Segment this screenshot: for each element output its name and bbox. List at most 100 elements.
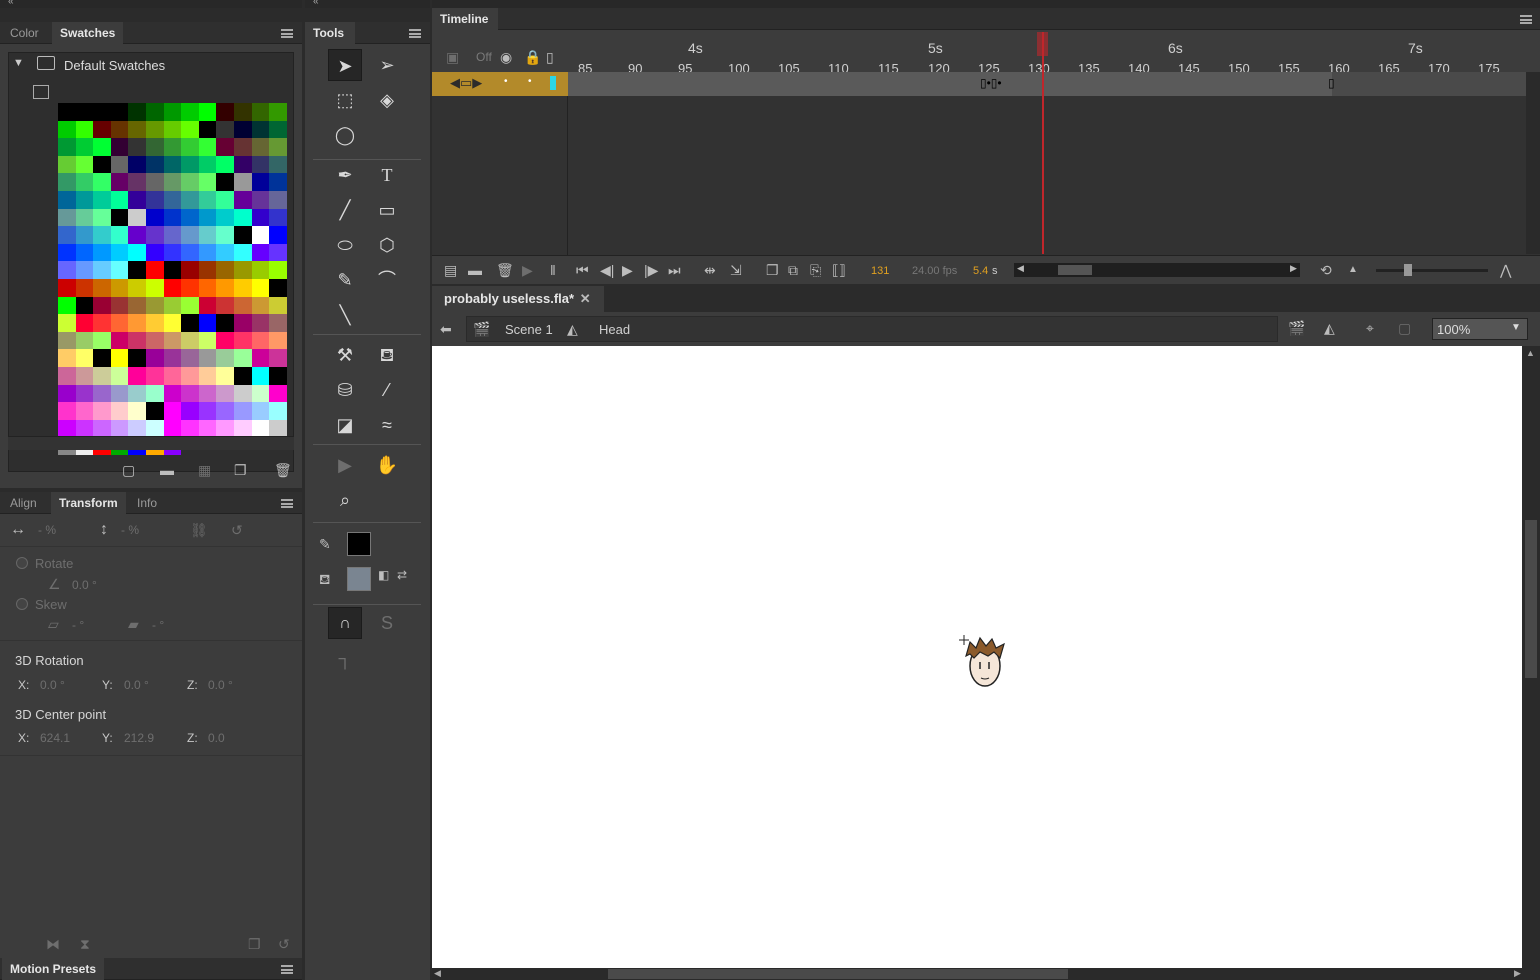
color-swatch[interactable] [145,349,164,367]
paint-bucket-tool-icon[interactable]: ⛾ [370,339,404,371]
color-swatch[interactable] [75,384,94,403]
color-swatch[interactable] [216,120,234,139]
color-swatch[interactable] [198,384,217,403]
color-swatch[interactable] [145,402,164,420]
color-swatch[interactable] [128,419,146,438]
panel-menu-icon[interactable] [281,499,293,508]
scroll-thumb[interactable] [1525,520,1537,678]
color-swatch[interactable] [181,120,199,139]
color-swatch[interactable] [75,103,94,121]
back-arrow-icon[interactable]: ⬅ [440,321,452,337]
color-swatch[interactable] [110,314,129,332]
current-frame[interactable]: 131 [871,265,889,277]
color-swatch[interactable] [145,120,164,139]
color-swatch[interactable] [269,190,287,209]
collapse-arrows-icon[interactable]: « [313,0,319,7]
swap-colors-icon[interactable]: ⇄ [397,567,407,583]
color-swatch[interactable] [110,103,129,121]
color-swatch[interactable] [181,349,199,367]
color-swatch[interactable] [163,120,182,139]
polystar-tool-icon[interactable]: ⬡ [370,229,404,261]
color-swatch[interactable] [163,314,182,332]
color-swatch[interactable] [251,366,270,385]
loop-icon[interactable]: ⇹ [704,262,716,278]
color-swatch[interactable] [181,366,199,385]
color-swatch[interactable] [58,173,76,191]
zoom-select[interactable]: 100% ▼ [1432,318,1528,340]
color-swatch[interactable] [216,173,234,191]
color-swatch[interactable] [269,331,287,350]
color-swatch[interactable] [93,296,111,315]
straighten-icon[interactable]: ┐ [328,642,362,674]
color-swatch[interactable] [233,243,252,262]
color-swatch[interactable] [163,261,182,279]
end-frame-mark[interactable]: ▯ [1328,76,1335,90]
color-swatch[interactable] [216,138,234,156]
color-swatch[interactable] [145,226,164,244]
pencil-tool-icon[interactable]: ✎ [328,264,362,296]
rot-z-value[interactable]: 0.0 ° [208,678,233,692]
color-swatch[interactable] [128,120,146,139]
rectangle-tool-icon[interactable]: ▭ [370,194,404,226]
color-swatch[interactable] [198,208,217,227]
color-swatch[interactable] [163,226,182,244]
color-swatch[interactable] [216,190,234,209]
color-swatch[interactable] [269,243,287,262]
color-swatch[interactable] [269,349,287,367]
color-swatch[interactable] [75,278,94,297]
play-icon[interactable]: ▶ [622,262,633,278]
color-swatch[interactable] [58,226,76,244]
color-swatch[interactable] [58,384,76,403]
timeline-hscroll[interactable]: ◀ ▶ [1014,263,1300,277]
color-swatch[interactable] [216,419,234,438]
stage[interactable] [432,346,1522,968]
line-tool-icon[interactable]: ╱ [328,194,362,226]
keyframe-nav-icon[interactable]: ◀▭▶ [450,75,482,91]
color-swatch[interactable] [198,296,217,315]
refresh-icon[interactable]: ⟲ [1320,262,1332,278]
color-swatch[interactable] [145,296,164,315]
flip-vertical-icon[interactable]: ⧗ [80,936,90,952]
delete-layer-icon[interactable]: 🗑 [496,262,514,278]
color-swatch[interactable] [75,349,94,367]
new-layer-icon[interactable]: ▤ [444,262,457,278]
color-swatch[interactable] [251,331,270,350]
edit-scene-icon[interactable]: 🎬 [1288,320,1305,336]
constrain-link-icon[interactable]: ⛓ [190,522,208,538]
color-swatch[interactable] [145,173,164,191]
color-swatch[interactable] [216,384,234,403]
color-swatch[interactable] [216,226,234,244]
color-swatch[interactable] [269,278,287,297]
color-swatch[interactable] [233,419,252,438]
edit-multiple-icon[interactable]: ⎘ [810,262,821,278]
tab-align[interactable]: Align [2,492,45,514]
color-swatch[interactable] [181,402,199,420]
color-swatch[interactable] [269,173,287,191]
color-swatch[interactable] [128,208,146,227]
eyedropper-tool-icon[interactable]: ⁄ [370,374,404,406]
color-swatch[interactable] [58,366,76,385]
color-swatch[interactable] [75,190,94,209]
color-swatch[interactable] [128,366,146,385]
color-swatch[interactable] [128,155,146,174]
color-swatch[interactable] [110,296,129,315]
free-transform-tool-icon[interactable]: ⬚ [328,84,362,116]
color-swatch[interactable] [128,384,146,403]
color-swatch[interactable] [93,366,111,385]
color-swatch[interactable] [145,366,164,385]
stroke-color-swatch[interactable] [347,532,371,556]
color-swatch[interactable] [216,366,234,385]
color-swatch[interactable] [163,190,182,209]
edit-symbol-icon[interactable]: ◭ [1324,320,1335,336]
color-swatch[interactable] [216,103,234,121]
color-swatch[interactable] [181,331,199,350]
width-value[interactable]: - % [38,523,56,537]
color-swatch[interactable] [216,208,234,227]
pen-tool-icon[interactable]: ✒ [328,159,362,191]
color-swatch[interactable] [75,331,94,350]
color-swatch[interactable] [251,278,270,297]
color-swatch[interactable] [198,278,217,297]
color-swatch[interactable] [128,402,146,420]
trash-icon[interactable]: 🗑 [274,462,292,478]
time-value[interactable]: 5.4 [973,265,988,277]
